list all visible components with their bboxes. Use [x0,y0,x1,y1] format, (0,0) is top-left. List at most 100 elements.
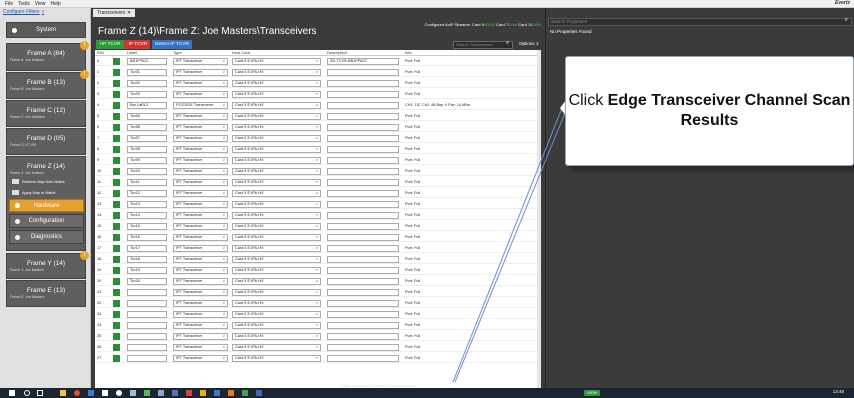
description-field[interactable] [327,91,399,98]
status-indicator-icon[interactable] [113,267,120,274]
host-card-select[interactable]: Card 5 E-IPA-HX [232,80,321,87]
description-field[interactable] [327,245,399,252]
label-field[interactable]: Tcv14 [127,212,167,219]
label-field[interactable] [127,344,167,351]
host-card-select[interactable]: Card 5 E-IPA-HX [232,267,321,274]
description-field[interactable] [327,201,399,208]
description-field[interactable] [327,333,399,340]
host-card-select[interactable]: Card 5 E-IPA-HX [232,212,321,219]
type-select[interactable]: IPT Transceiver [173,168,228,175]
type-select[interactable]: IPT Transceiver [173,190,228,197]
app-icon[interactable] [214,390,220,396]
host-card-select[interactable]: Card 5 E-IPA-HX [232,245,321,252]
type-select[interactable]: IPT Transceiver [173,157,228,164]
label-field[interactable]: Tcv07 [127,135,167,142]
label-field[interactable]: Tcv10 [127,168,167,175]
type-select[interactable]: IPT Transceiver [173,91,228,98]
host-card-select[interactable]: Card 5 E-IPA-HX [232,289,321,296]
type-select[interactable]: IPT Transceiver [173,267,228,274]
status-indicator-icon[interactable] [113,333,120,340]
app-icon[interactable] [256,390,262,396]
status-indicator-icon[interactable] [113,322,120,329]
apply-map-item[interactable]: Apply Map to Matrix [12,190,56,195]
description-field[interactable] [327,311,399,318]
tab-transceivers[interactable]: Transceivers ✕ [93,9,136,17]
label-field[interactable]: Tcv06 [127,124,167,131]
host-card-select[interactable]: Card 5 E-IPA-HX [232,179,321,186]
description-field[interactable] [327,80,399,87]
table-row[interactable]: 7 Tcv07 IPT Transceiver Card 5 E-IPA-HX Port… [95,134,541,143]
status-indicator-icon[interactable] [113,344,120,351]
table-row[interactable]: 11 Tcv11 IPT Transceiver Card 5 E-IPA-HX Por… [95,178,541,187]
status-indicator-icon[interactable] [113,179,120,186]
frame-a-button[interactable]: Frame A (84) Frame A: Joe Masters ! [6,41,89,71]
host-card-select[interactable]: Card 5 E-IPA-HX [232,157,321,164]
table-scrollbar[interactable] [537,50,541,388]
label-field[interactable] [127,289,167,296]
status-indicator-icon[interactable] [113,245,120,252]
menu-help[interactable]: Help [51,1,61,7]
host-card-select[interactable]: Card 5 E-IPA-HX [232,190,321,197]
label-field[interactable]: Tcv20 [127,278,167,285]
windows-start-icon[interactable] [9,390,15,396]
status-indicator-icon[interactable] [113,168,120,175]
column-header[interactable]: Info [405,50,412,55]
frame-y-button[interactable]: Frame Y (14) Frame Y: Joe Masters ! [6,251,89,279]
table-row[interactable]: 0 BB1FPA22 IPT Transceiver Card 5 E-IPA-HX S… [95,57,541,66]
host-card-select[interactable]: Card 5 E-IPA-HX [232,344,321,351]
table-row[interactable]: 19 Tcv19 IPT Transceiver Card 5 E-IPA-HX Por… [95,266,541,275]
description-field[interactable] [327,267,399,274]
column-header[interactable]: RIN [97,50,104,55]
app-icon[interactable] [88,390,94,396]
label-field[interactable]: Tcv17 [127,245,167,252]
status-indicator-icon[interactable] [113,201,120,208]
status-indicator-icon[interactable] [113,135,120,142]
search-icon[interactable]: ⌕ [506,40,509,47]
host-card-select[interactable]: Card 5 E-IPA-HX [232,223,321,230]
search-transceivers-input[interactable]: Search Transceivers [453,41,513,49]
menu-view[interactable]: View [35,1,46,7]
retrieve-map-item[interactable]: Retrieve Map from Matrix [12,179,65,184]
status-indicator-icon[interactable] [113,300,120,307]
table-row[interactable]: 22 IPT Transceiver Card 5 E-IPA-HX Port: Fu… [95,299,541,308]
label-field[interactable]: Tcv01 [127,69,167,76]
table-row[interactable]: 1 Tcv01 IPT Transceiver Card 5 E-IPA-HX Port… [95,68,541,77]
description-field[interactable] [327,179,399,186]
table-row[interactable]: 14 Tcv14 IPT Transceiver Card 5 E-IPA-HX Por… [95,211,541,220]
description-field[interactable] [327,223,399,230]
app-icon[interactable] [130,390,136,396]
status-indicator-icon[interactable] [113,102,120,109]
host-card-select[interactable]: Card 5 E-IPA-HX [232,135,321,142]
remove-ip-tcvr-button[interactable]: -IP TCVR [124,40,151,49]
status-indicator-icon[interactable] [113,355,120,362]
table-row[interactable]: 4 Bar LaRL2 FS-EDGE Transceiver Card 5 E-IP… [95,101,541,110]
type-select[interactable]: IPT Transceiver [173,245,228,252]
label-field[interactable]: Tcv09 [127,157,167,164]
label-field[interactable]: Tcv18 [127,256,167,263]
app-icon[interactable] [144,390,150,396]
table-row[interactable]: 8 Tcv08 IPT Transceiver Card 5 E-IPA-HX Port… [95,145,541,154]
description-field[interactable]: SD-TCVR-BB1FPA22 [327,58,399,65]
description-field[interactable] [327,113,399,120]
host-card-select[interactable]: Card 5 E-IPA-HX [232,146,321,153]
close-icon[interactable]: ✕ [127,10,131,16]
diagnostics-button[interactable]: Diagnostics [9,230,84,244]
label-field[interactable] [127,300,167,307]
description-field[interactable] [327,69,399,76]
label-field[interactable] [127,355,167,362]
status-indicator-icon[interactable] [113,311,120,318]
label-field[interactable]: Tcv11 [127,179,167,186]
label-field[interactable]: Tcv08 [127,146,167,153]
label-field[interactable]: Tcv02 [127,80,167,87]
status-indicator-icon[interactable] [113,69,120,76]
column-header[interactable]: Description [327,50,347,55]
status-indicator-icon[interactable] [113,234,120,241]
table-row[interactable]: 18 Tcv18 IPT Transceiver Card 5 E-IPA-HX Por… [95,255,541,264]
host-card-select[interactable]: Card 5 E-IPA-HX [232,124,321,131]
column-header[interactable]: Label [127,50,137,55]
type-select[interactable]: IPT Transceiver [173,300,228,307]
label-field[interactable]: Tcv13 [127,201,167,208]
type-select[interactable]: IPT Transceiver [173,289,228,296]
table-row[interactable]: 17 Tcv17 IPT Transceiver Card 5 E-IPA-HX Por… [95,244,541,253]
description-field[interactable] [327,289,399,296]
